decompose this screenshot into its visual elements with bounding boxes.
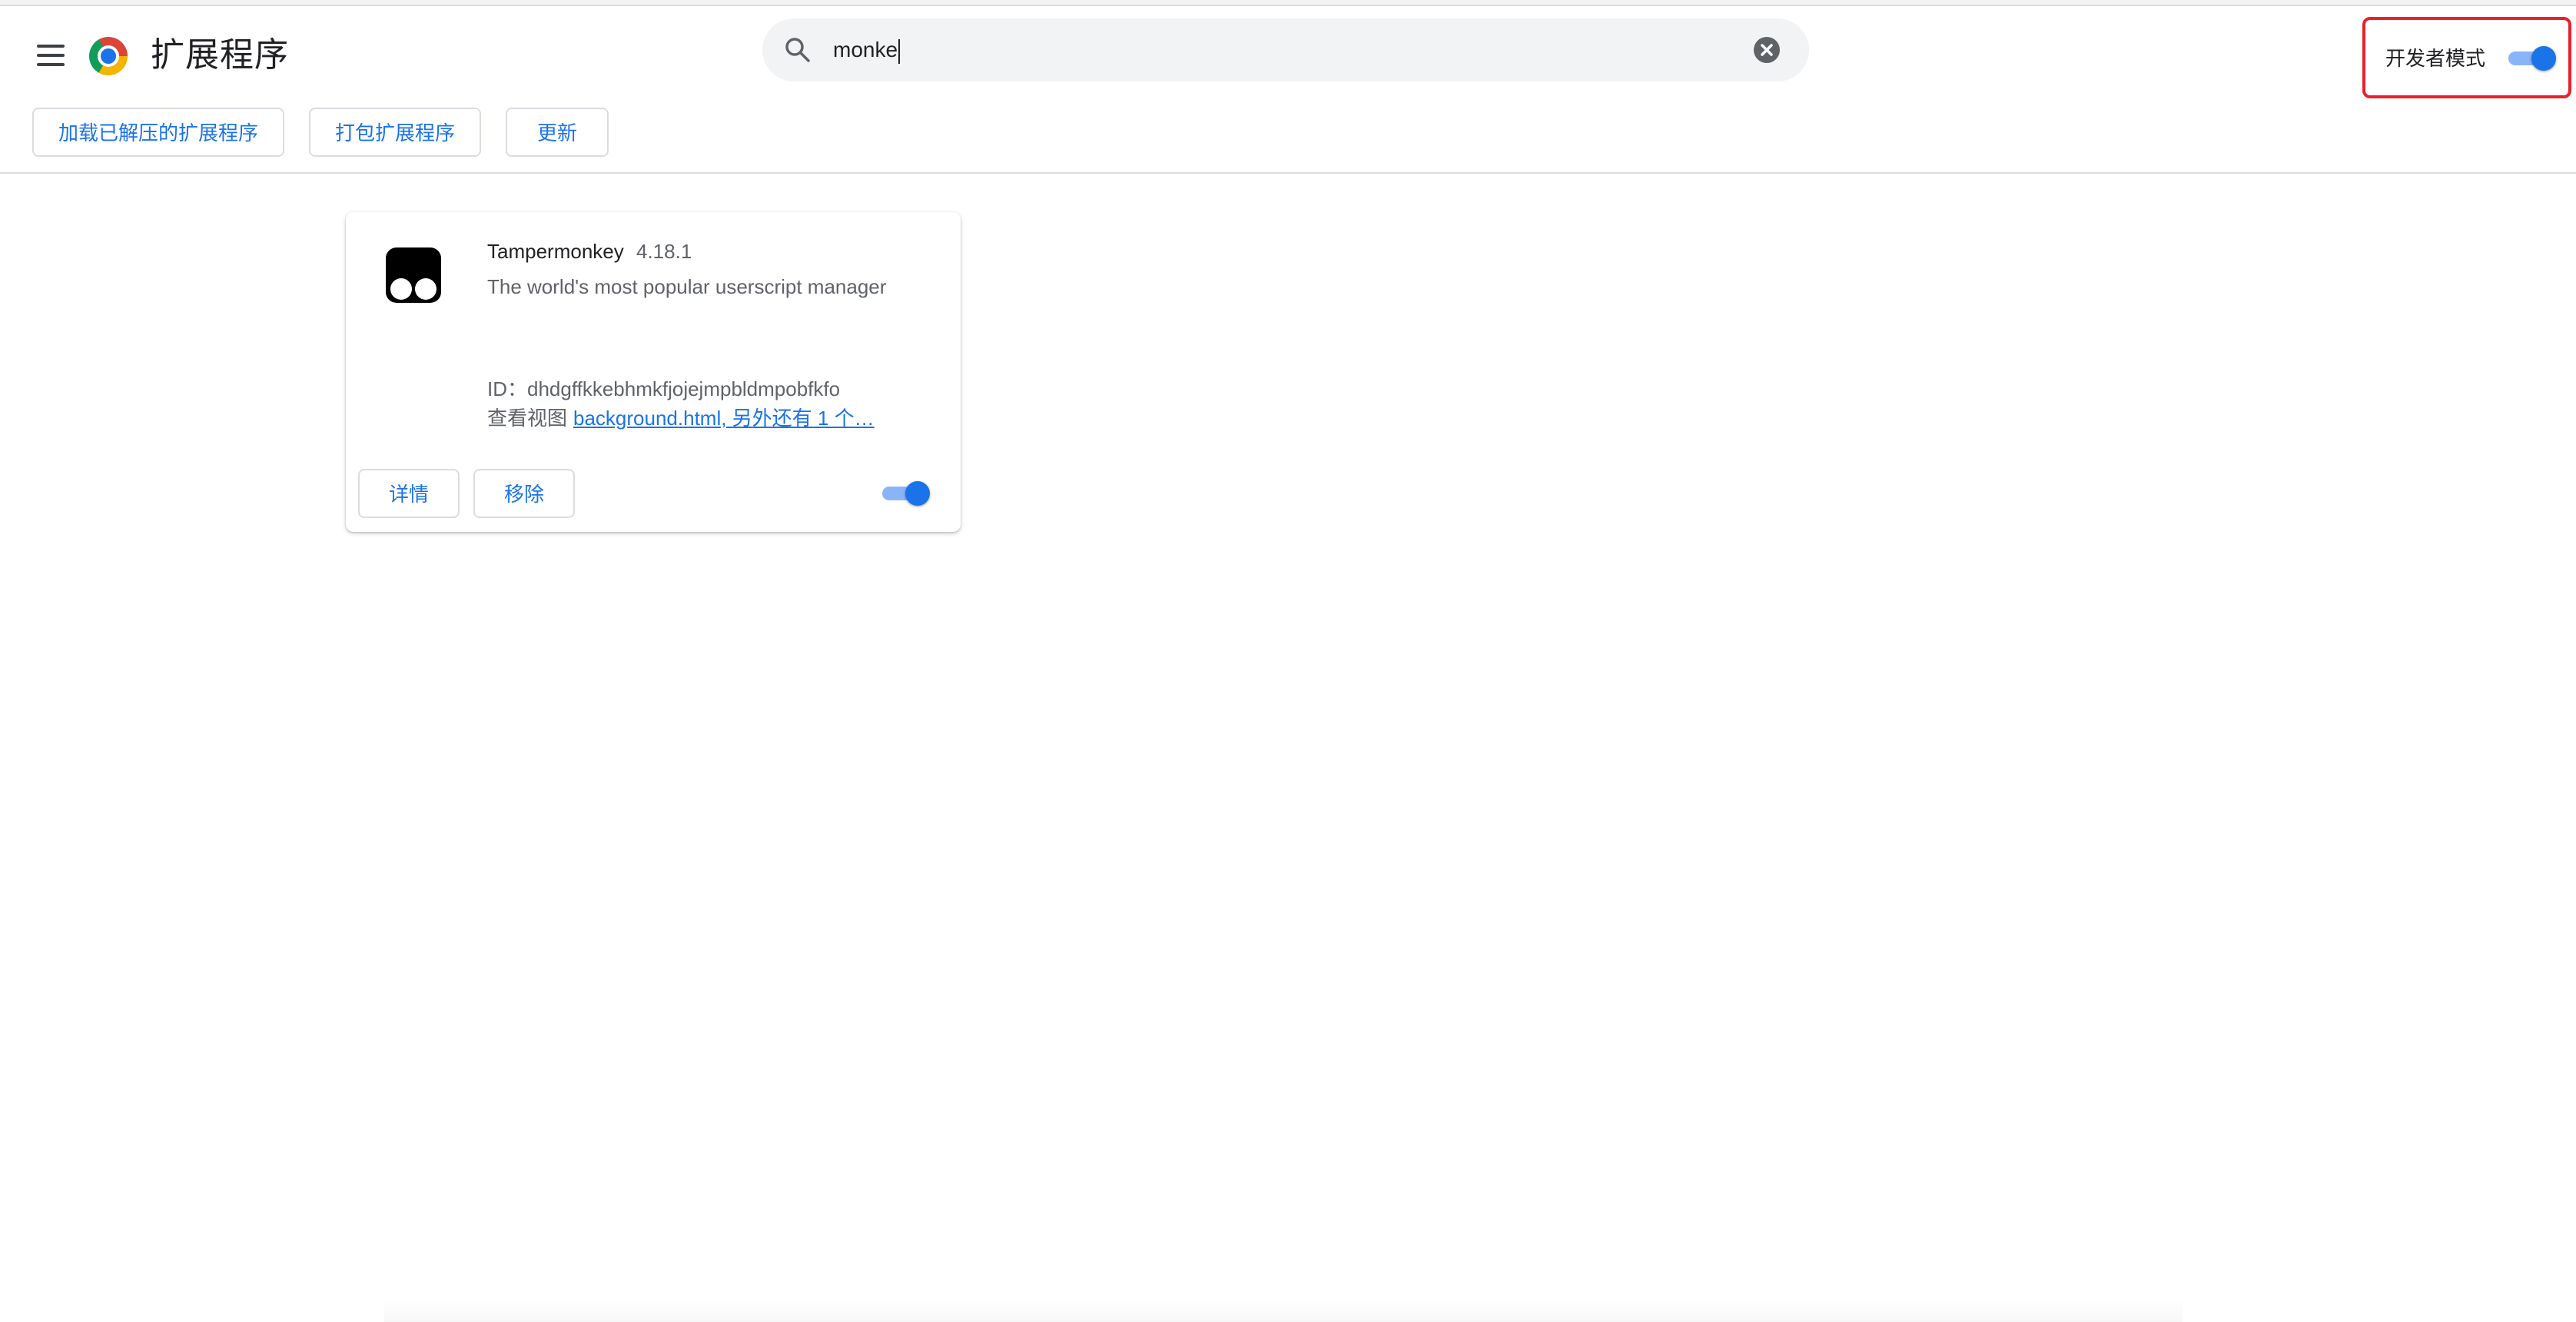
developer-mode-highlight: 开发者模式 <box>2362 17 2571 98</box>
load-unpacked-button[interactable]: 加载已解压的扩展程序 <box>32 108 284 157</box>
search-icon <box>784 36 812 64</box>
menu-icon[interactable] <box>35 42 66 69</box>
toolbar-divider <box>0 172 2576 174</box>
header: 扩展程序 monke 开发者模式 <box>0 6 2576 98</box>
extension-card: Tampermonkey 4.18.1 The world's most pop… <box>346 212 961 532</box>
views-link[interactable]: background.html, 另外还有 1 个… <box>573 407 875 430</box>
tampermonkey-left-eye <box>390 278 412 300</box>
page-title: 扩展程序 <box>151 36 289 74</box>
update-button[interactable]: 更新 <box>506 108 609 157</box>
extension-name: Tampermonkey <box>487 240 624 263</box>
search-bar[interactable]: monke <box>762 18 1809 81</box>
developer-mode-label: 开发者模式 <box>2385 47 2486 70</box>
tampermonkey-icon <box>386 247 441 303</box>
bottom-shadow <box>384 1299 2183 1322</box>
search-input[interactable]: monke <box>833 18 901 81</box>
text-cursor <box>898 38 901 64</box>
extension-views: 查看视图 background.html, 另外还有 1 个… <box>487 403 875 431</box>
clear-search-icon[interactable] <box>1754 37 1780 63</box>
window-top-edge <box>0 0 2576 6</box>
search-input-value: monke <box>833 38 898 61</box>
developer-mode-toggle[interactable] <box>2508 46 2556 71</box>
tampermonkey-right-eye <box>415 278 437 300</box>
views-label: 查看视图 <box>487 407 568 430</box>
pack-extension-button[interactable]: 打包扩展程序 <box>309 108 481 157</box>
toggle-knob <box>905 481 930 506</box>
extension-description: The world's most popular userscript mana… <box>487 275 887 298</box>
extension-enable-toggle[interactable] <box>882 481 930 506</box>
remove-button[interactable]: 移除 <box>473 469 575 518</box>
chrome-logo-icon <box>89 37 128 75</box>
extension-version: 4.18.1 <box>636 240 692 263</box>
toggle-knob <box>2531 46 2556 71</box>
details-button[interactable]: 详情 <box>358 469 460 518</box>
dev-toolbar: 加载已解压的扩展程序 打包扩展程序 更新 <box>0 106 2576 174</box>
extension-id: ID：dhdgffkkebhmkfjojejmpbldmpobfkfo <box>487 377 841 400</box>
